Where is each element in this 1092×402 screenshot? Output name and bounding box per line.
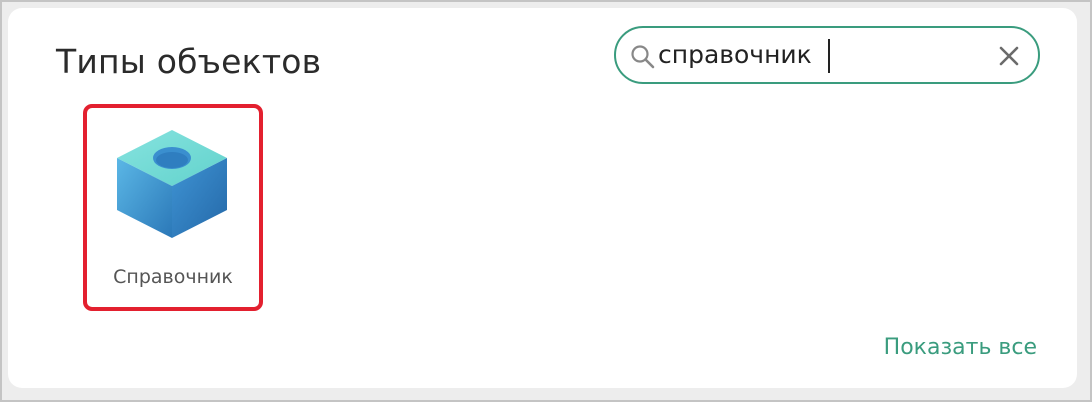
show-all-link[interactable]: Показать все [884, 335, 1037, 360]
close-icon[interactable] [994, 41, 1024, 71]
object-types-panel: Типы объектов справочник Справочник Пока… [8, 8, 1077, 388]
window-frame: Типы объектов справочник Справочник Пока… [0, 0, 1092, 402]
page-title: Типы объектов [56, 42, 322, 81]
search-input[interactable]: справочник [658, 39, 812, 71]
search-icon [631, 45, 655, 69]
dialog-backdrop: Типы объектов справочник Справочник Пока… [2, 2, 1090, 400]
object-type-label: Справочник [113, 266, 233, 288]
text-caret [828, 39, 830, 73]
cube-icon [117, 130, 227, 238]
object-type-tile-spravochnik[interactable]: Справочник [83, 104, 263, 311]
search-field[interactable]: справочник [614, 26, 1040, 84]
